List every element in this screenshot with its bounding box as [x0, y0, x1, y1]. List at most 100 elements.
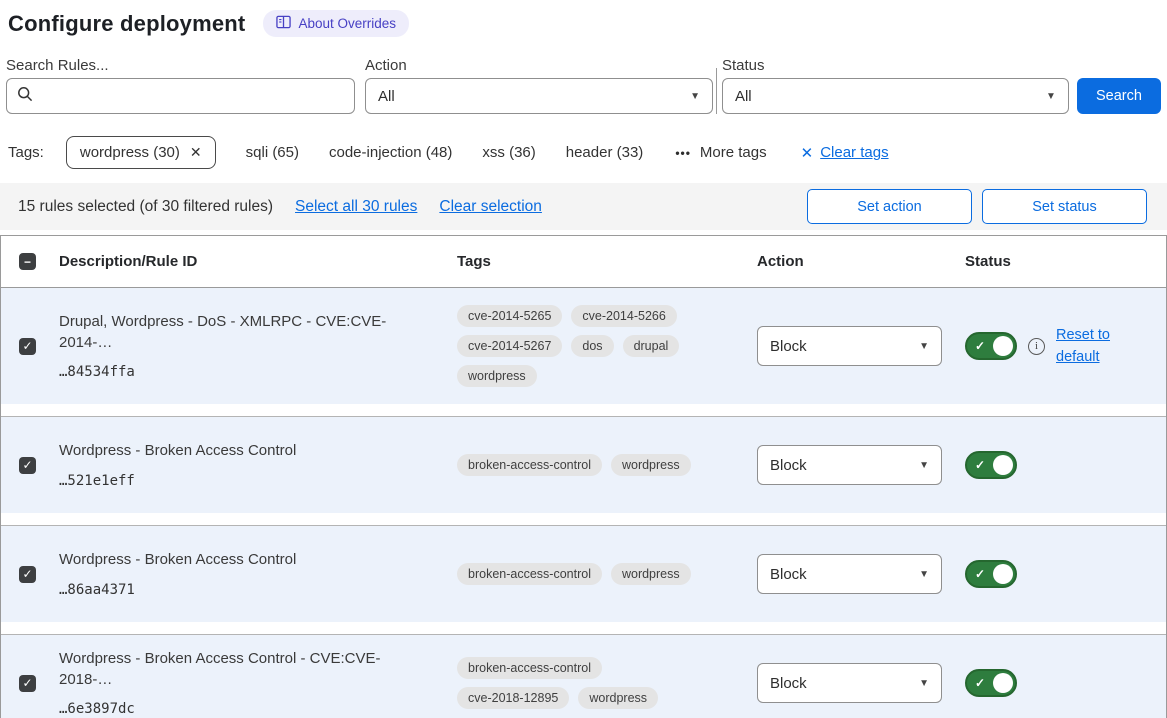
- rule-description: Wordpress - Broken Access Control - CVE:…: [59, 649, 429, 690]
- select-all-rules-link[interactable]: Select all 30 rules: [295, 198, 417, 216]
- about-overrides-badge[interactable]: About Overrides: [263, 10, 409, 37]
- rule-id: …86aa4371: [59, 582, 429, 598]
- search-field: Search Rules...: [6, 57, 355, 114]
- selected-tag-label: wordpress (30): [80, 144, 180, 161]
- check-icon: ✓: [22, 676, 32, 690]
- chevron-down-icon: ▼: [919, 678, 929, 689]
- table-row: ✓ Wordpress - Broken Access Control …521…: [1, 416, 1166, 513]
- rule-action-select[interactable]: Block ▼: [757, 445, 942, 485]
- tag-filter-code-injection[interactable]: code-injection (48): [329, 144, 452, 161]
- rule-action-select[interactable]: Block ▼: [757, 554, 942, 594]
- selection-bar: 15 rules selected (of 30 filtered rules)…: [0, 183, 1167, 230]
- status-filter-field: Status All ▼: [717, 57, 1069, 114]
- check-icon: ✓: [22, 567, 32, 581]
- rules-table: − Description/Rule ID Tags Action Status…: [0, 235, 1167, 718]
- rule-tags: broken-access-controlwordpress: [449, 454, 711, 476]
- row-checkbox[interactable]: ✓: [19, 457, 36, 474]
- more-tags-button[interactable]: ••• More tags: [675, 144, 766, 161]
- column-status: Status: [957, 253, 1166, 270]
- close-icon: ✕: [801, 144, 814, 162]
- action-filter-field: Action All ▼: [355, 57, 713, 114]
- check-icon: ✓: [975, 676, 985, 690]
- rule-action-select[interactable]: Block ▼: [757, 663, 942, 703]
- tag-pill: broken-access-control: [457, 454, 602, 476]
- search-rules-input[interactable]: [41, 88, 344, 104]
- tag-filter-sqli[interactable]: sqli (65): [246, 144, 299, 161]
- tag-pill: cve-2018-12895: [457, 687, 569, 709]
- table-row: ✓ Wordpress - Broken Access Control …86a…: [1, 525, 1166, 622]
- filter-bar: Search Rules... Action All ▼ Status All …: [0, 37, 1167, 114]
- tag-pill: broken-access-control: [457, 563, 602, 585]
- tags-label: Tags:: [8, 144, 44, 161]
- column-action: Action: [749, 253, 957, 270]
- rule-id: …84534ffa: [59, 364, 429, 380]
- status-filter-select[interactable]: All ▼: [722, 78, 1069, 114]
- status-filter-value: All: [735, 88, 752, 105]
- clear-selection-link[interactable]: Clear selection: [439, 198, 542, 216]
- rule-status-toggle[interactable]: ✓: [965, 332, 1017, 360]
- rule-status-toggle[interactable]: ✓: [965, 560, 1017, 588]
- check-icon: ✓: [975, 339, 985, 353]
- chevron-down-icon: ▼: [1046, 91, 1056, 102]
- rule-description: Wordpress - Broken Access Control: [59, 441, 429, 461]
- search-box: [6, 78, 355, 114]
- rule-status-toggle[interactable]: ✓: [965, 451, 1017, 479]
- set-status-button[interactable]: Set status: [982, 189, 1147, 224]
- tag-filter-xss[interactable]: xss (36): [482, 144, 535, 161]
- reset-to-default-link[interactable]: Reset to default: [1056, 324, 1120, 369]
- rule-tags: cve-2014-5265cve-2014-5266cve-2014-5267d…: [449, 305, 711, 387]
- check-icon: ✓: [22, 339, 32, 353]
- row-checkbox[interactable]: ✓: [19, 675, 36, 692]
- action-filter-select[interactable]: All ▼: [365, 78, 713, 114]
- check-icon: ✓: [22, 458, 32, 472]
- tags-bar: Tags: wordpress (30) ✕ sqli (65) code-in…: [0, 114, 1167, 169]
- tag-pill: wordpress: [457, 365, 537, 387]
- tag-filter-header[interactable]: header (33): [566, 144, 644, 161]
- chevron-down-icon: ▼: [919, 569, 929, 580]
- page-title: Configure deployment: [8, 11, 245, 37]
- clear-tags-link[interactable]: ✕ Clear tags: [801, 144, 889, 162]
- rule-action-value: Block: [770, 338, 807, 355]
- action-filter-label: Action: [365, 57, 713, 74]
- column-tags: Tags: [449, 253, 749, 270]
- set-action-button[interactable]: Set action: [807, 189, 972, 224]
- selected-tag-wordpress[interactable]: wordpress (30) ✕: [66, 136, 216, 169]
- rule-description: Drupal, Wordpress - DoS - XMLRPC - CVE:C…: [59, 312, 429, 353]
- chevron-down-icon: ▼: [690, 91, 700, 102]
- row-checkbox[interactable]: ✓: [19, 566, 36, 583]
- rule-action-value: Block: [770, 566, 807, 583]
- tag-pill: broken-access-control: [457, 657, 602, 679]
- column-description: Description/Rule ID: [51, 253, 449, 270]
- rule-description: Wordpress - Broken Access Control: [59, 550, 429, 570]
- tag-pill: drupal: [623, 335, 680, 357]
- rule-tags: broken-access-control wordpress: [449, 563, 711, 585]
- tag-pill: dos: [571, 335, 613, 357]
- select-all-checkbox[interactable]: −: [19, 253, 36, 270]
- about-overrides-label: About Overrides: [298, 16, 396, 31]
- search-button[interactable]: Search: [1077, 78, 1161, 114]
- check-icon: ✓: [975, 458, 985, 472]
- tag-pill: wordpress: [578, 687, 658, 709]
- chevron-down-icon: ▼: [919, 341, 929, 352]
- action-filter-value: All: [378, 88, 395, 105]
- close-icon[interactable]: ✕: [190, 144, 202, 161]
- rule-id: …521e1eff: [59, 473, 429, 489]
- page-header: Configure deployment About Overrides: [0, 0, 1167, 37]
- search-rules-label: Search Rules...: [6, 57, 355, 74]
- table-header: − Description/Rule ID Tags Action Status: [1, 236, 1166, 288]
- rule-status-toggle[interactable]: ✓: [965, 669, 1017, 697]
- row-checkbox[interactable]: ✓: [19, 338, 36, 355]
- check-icon: ✓: [975, 567, 985, 581]
- tag-pill: cve-2014-5265: [457, 305, 562, 327]
- selection-summary: 15 rules selected (of 30 filtered rules): [18, 198, 273, 216]
- rule-action-select[interactable]: Block ▼: [757, 326, 942, 366]
- more-tags-label: More tags: [700, 144, 767, 161]
- tag-pill: wordpress: [611, 563, 691, 585]
- book-icon: [276, 15, 291, 32]
- toggle-knob: [993, 564, 1013, 584]
- search-icon: [17, 86, 33, 107]
- tag-pill: cve-2014-5266: [571, 305, 676, 327]
- status-filter-label: Status: [722, 57, 1069, 74]
- table-row: ✓ Wordpress - Broken Access Control - CV…: [1, 634, 1166, 718]
- chevron-down-icon: ▼: [919, 460, 929, 471]
